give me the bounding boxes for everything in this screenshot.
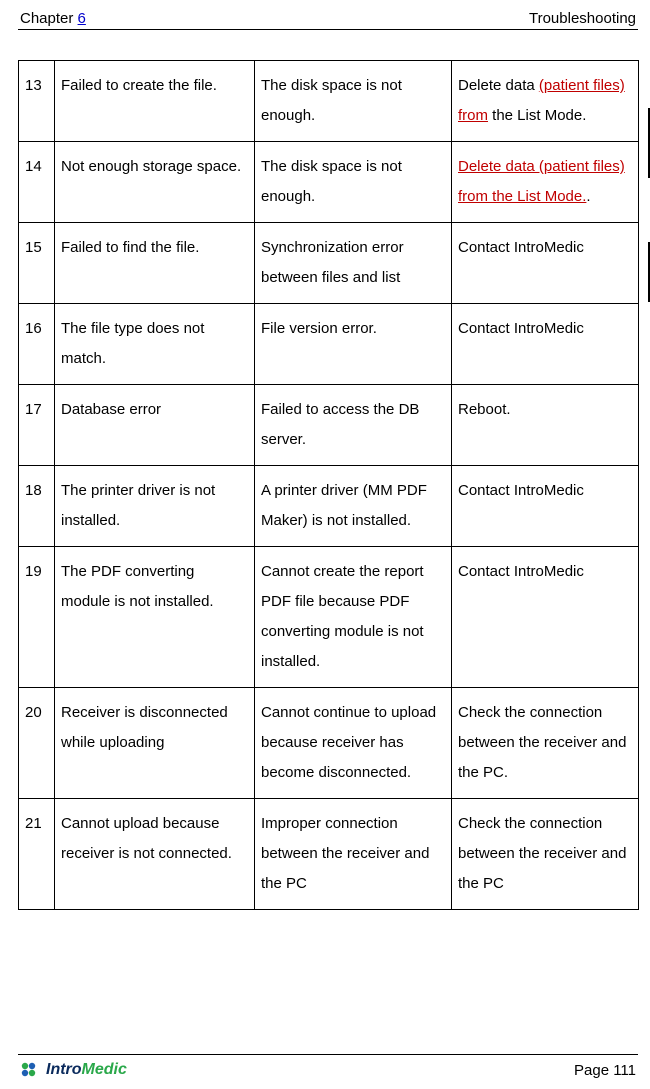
row-number: 20 bbox=[19, 688, 55, 799]
brand-text: IntroMedic bbox=[46, 1061, 127, 1079]
troubleshooting-table: 13Failed to create the file.The disk spa… bbox=[18, 60, 639, 910]
action-text: Reboot. bbox=[458, 401, 511, 418]
table-row: 13Failed to create the file.The disk spa… bbox=[19, 61, 639, 142]
logo-icon bbox=[20, 1061, 42, 1079]
row-number: 15 bbox=[19, 223, 55, 304]
footer-rule bbox=[18, 1054, 638, 1055]
row-number: 18 bbox=[19, 466, 55, 547]
row-description: The PDF converting module is not install… bbox=[55, 547, 255, 688]
row-action: Delete data (patient files) from the Lis… bbox=[452, 142, 639, 223]
row-description: Receiver is disconnected while uploading bbox=[55, 688, 255, 799]
chapter-number: 6 bbox=[78, 10, 86, 27]
row-description: Failed to find the file. bbox=[55, 223, 255, 304]
action-text: Contact IntroMedic bbox=[458, 563, 584, 580]
row-action: Contact IntroMedic bbox=[452, 466, 639, 547]
row-action: Check the connection between the receive… bbox=[452, 688, 639, 799]
action-text: Contact IntroMedic bbox=[458, 239, 584, 256]
table-row: 14Not enough storage space.The disk spac… bbox=[19, 142, 639, 223]
table-row: 21Cannot upload because receiver is not … bbox=[19, 799, 639, 910]
row-cause: A printer driver (MM PDF Maker) is not i… bbox=[255, 466, 452, 547]
row-description: Cannot upload because receiver is not co… bbox=[55, 799, 255, 910]
header-rule bbox=[18, 29, 638, 30]
table-row: 19The PDF converting module is not insta… bbox=[19, 547, 639, 688]
row-description: The file type does not match. bbox=[55, 304, 255, 385]
row-cause: Failed to access the DB server. bbox=[255, 385, 452, 466]
revision-insert: Delete data (patient files) from the Lis… bbox=[458, 158, 625, 205]
page-header: Chapter 6 Troubleshooting bbox=[18, 10, 638, 29]
row-description: The printer driver is not installed. bbox=[55, 466, 255, 547]
section-title: Troubleshooting bbox=[529, 10, 636, 27]
page-footer: IntroMedic Page 111 bbox=[18, 1059, 638, 1079]
action-text: Delete data bbox=[458, 77, 539, 94]
row-cause: Cannot continue to upload because receiv… bbox=[255, 688, 452, 799]
chapter-word: Chapter bbox=[20, 10, 73, 27]
action-text: Check the connection between the receive… bbox=[458, 704, 626, 781]
row-action: Contact IntroMedic bbox=[452, 547, 639, 688]
row-action: Contact IntroMedic bbox=[452, 223, 639, 304]
row-description: Not enough storage space. bbox=[55, 142, 255, 223]
row-action: Contact IntroMedic bbox=[452, 304, 639, 385]
row-cause: Cannot create the report PDF file becaus… bbox=[255, 547, 452, 688]
table-row: 15Failed to find the file.Synchronizatio… bbox=[19, 223, 639, 304]
action-text: Check the connection between the receive… bbox=[458, 815, 626, 892]
action-text: Contact IntroMedic bbox=[458, 482, 584, 499]
table-row: 16The file type does not match.File vers… bbox=[19, 304, 639, 385]
chapter-label: Chapter 6 bbox=[20, 10, 86, 27]
row-number: 16 bbox=[19, 304, 55, 385]
action-text: the List Mode. bbox=[488, 107, 586, 124]
row-number: 14 bbox=[19, 142, 55, 223]
row-cause: Improper connection between the receiver… bbox=[255, 799, 452, 910]
action-text: . bbox=[586, 188, 590, 205]
table-row: 20Receiver is disconnected while uploadi… bbox=[19, 688, 639, 799]
row-number: 13 bbox=[19, 61, 55, 142]
row-cause: Synchronization error between files and … bbox=[255, 223, 452, 304]
brand-medic: Medic bbox=[82, 1061, 127, 1078]
row-cause: The disk space is not enough. bbox=[255, 142, 452, 223]
row-number: 19 bbox=[19, 547, 55, 688]
row-cause: File version error. bbox=[255, 304, 452, 385]
brand-intro: Intro bbox=[46, 1061, 82, 1078]
row-description: Database error bbox=[55, 385, 255, 466]
row-cause: The disk space is not enough. bbox=[255, 61, 452, 142]
brand-logo: IntroMedic bbox=[20, 1061, 127, 1079]
row-action: Delete data (patient files) from the Lis… bbox=[452, 61, 639, 142]
row-action: Check the connection between the receive… bbox=[452, 799, 639, 910]
table-row: 18The printer driver is not installed.A … bbox=[19, 466, 639, 547]
row-action: Reboot. bbox=[452, 385, 639, 466]
action-text: Contact IntroMedic bbox=[458, 320, 584, 337]
table-row: 17Database errorFailed to access the DB … bbox=[19, 385, 639, 466]
row-number: 17 bbox=[19, 385, 55, 466]
row-number: 21 bbox=[19, 799, 55, 910]
row-description: Failed to create the file. bbox=[55, 61, 255, 142]
page-number: Page 111 bbox=[574, 1062, 636, 1079]
